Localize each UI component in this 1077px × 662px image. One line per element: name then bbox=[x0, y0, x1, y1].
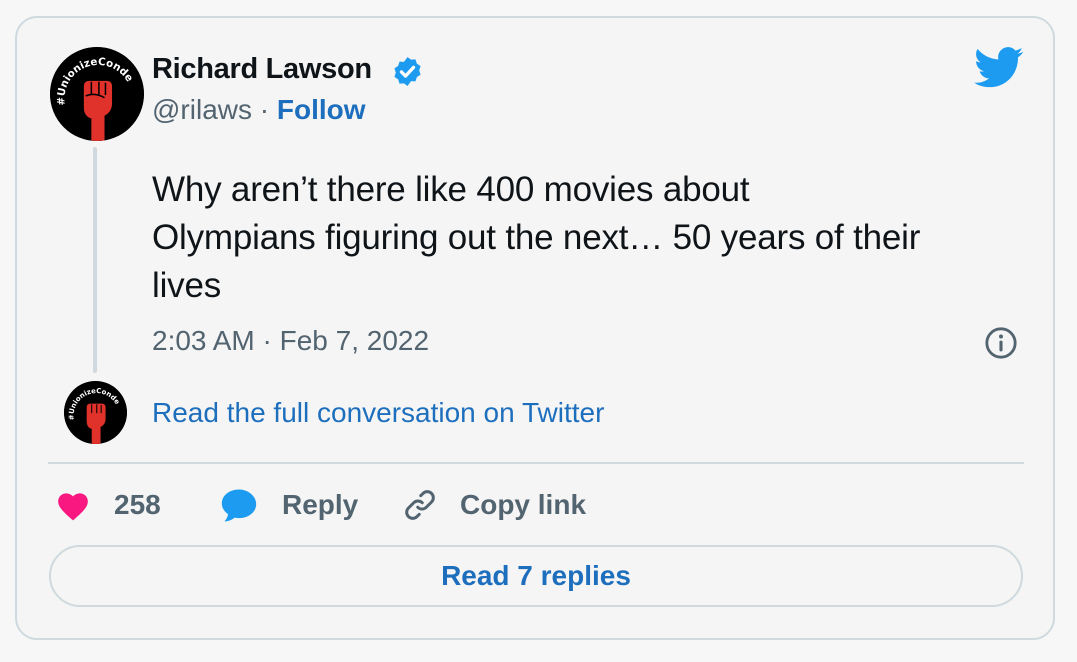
reply-label: Reply bbox=[282, 489, 359, 520]
copy-link-label: Copy link bbox=[460, 489, 587, 520]
conversation-avatar: #UnionizeConde bbox=[64, 381, 127, 444]
author-name[interactable]: Richard Lawson bbox=[152, 53, 372, 86]
twitter-bird-icon[interactable] bbox=[974, 47, 1024, 89]
link-icon bbox=[405, 490, 435, 520]
read-replies-button[interactable]: Read 7 replies bbox=[49, 545, 1023, 607]
reply-button[interactable]: Reply bbox=[219, 480, 358, 530]
heart-icon bbox=[58, 493, 88, 521]
read-replies-label: Read 7 replies bbox=[441, 560, 631, 591]
tweet-timestamp[interactable]: 2:03 AM · Feb 7, 2022 bbox=[152, 325, 429, 357]
copy-link-button[interactable]: Copy link bbox=[402, 480, 586, 530]
like-count: 258 bbox=[114, 489, 161, 520]
verified-badge-icon bbox=[394, 57, 421, 86]
avatar-image: #UnionizeConde bbox=[50, 47, 144, 141]
tweet-actions: 258 Reply Copy link bbox=[0, 480, 1077, 530]
thread-line bbox=[93, 147, 97, 373]
speech-bubble-icon bbox=[221, 489, 257, 522]
author-avatar[interactable]: #UnionizeConde bbox=[50, 47, 144, 141]
divider bbox=[48, 462, 1024, 464]
like-button[interactable]: 258 bbox=[55, 480, 161, 530]
tweet-text: Why aren’t there like 400 movies about O… bbox=[152, 170, 921, 305]
follow-button[interactable]: Follow bbox=[277, 94, 366, 125]
separator-dot: · bbox=[259, 94, 270, 125]
info-icon[interactable] bbox=[984, 326, 1018, 360]
handle-row: @rilaws · Follow bbox=[152, 94, 366, 126]
author-handle[interactable]: @rilaws bbox=[152, 94, 252, 125]
avatar-image: #UnionizeConde bbox=[64, 381, 127, 444]
read-full-conversation-link[interactable]: Read the full conversation on Twitter bbox=[152, 397, 604, 429]
